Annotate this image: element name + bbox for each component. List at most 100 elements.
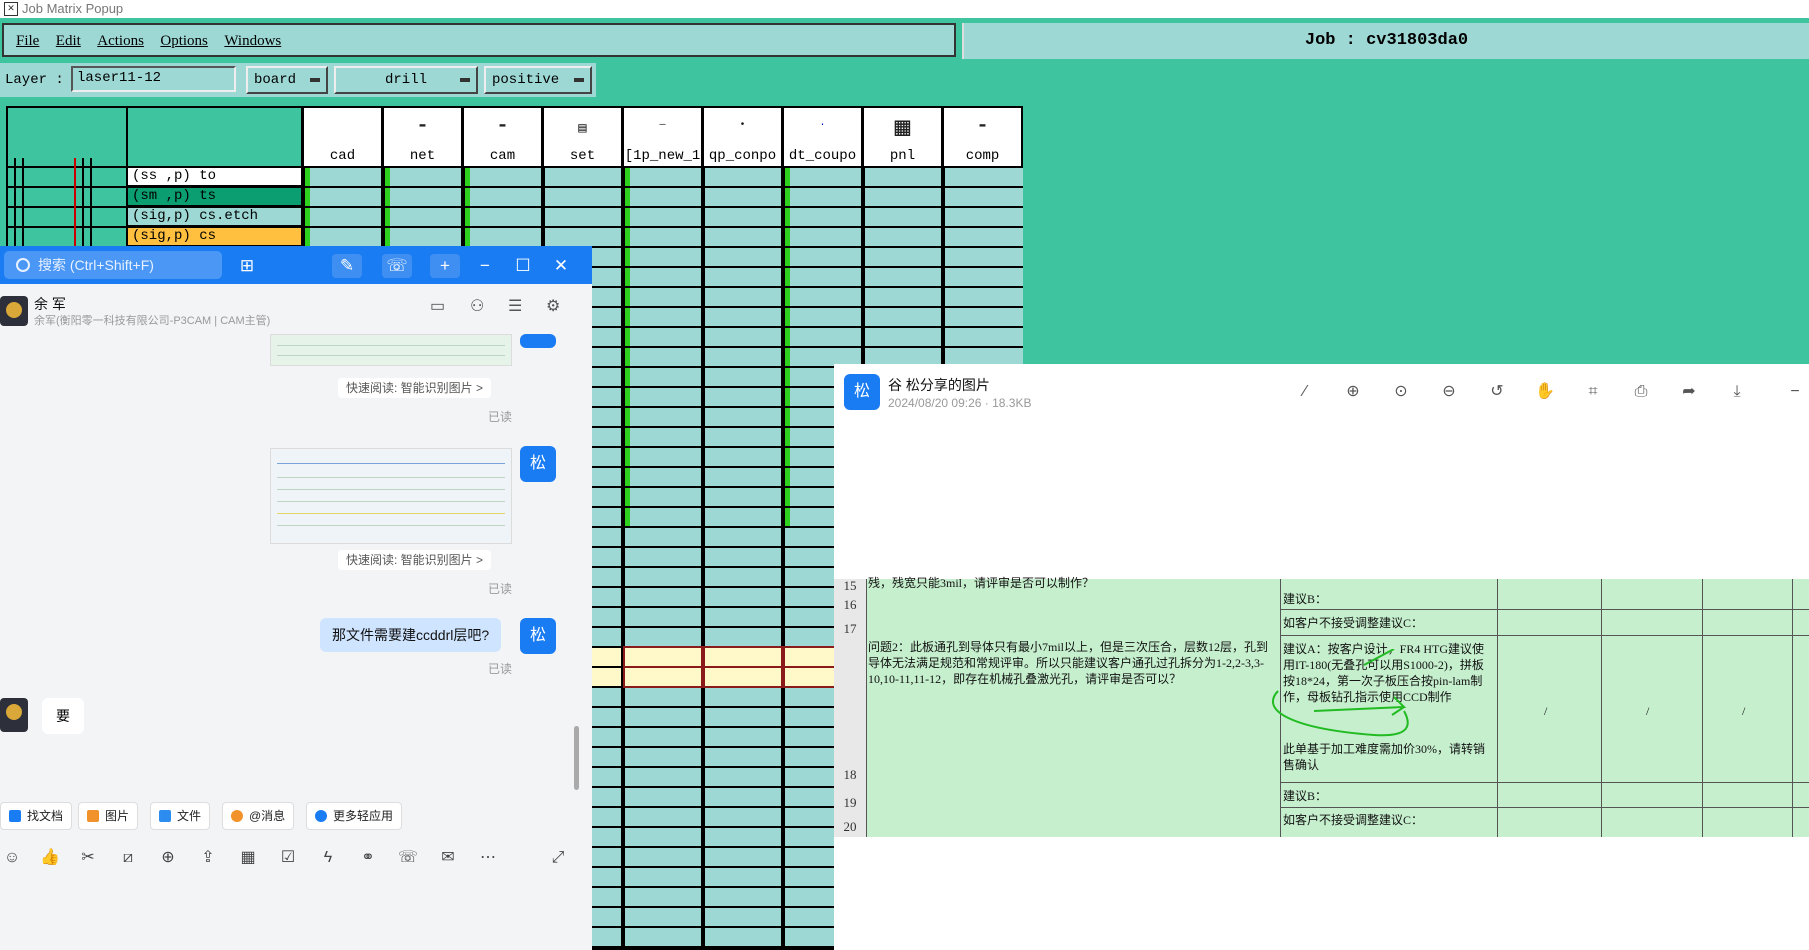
share-icon[interactable]: ➦ bbox=[1678, 381, 1700, 403]
matrix-cell[interactable] bbox=[625, 448, 701, 466]
matrix-cell[interactable] bbox=[305, 188, 381, 206]
ai-wand-icon[interactable]: ⁄ bbox=[1294, 381, 1316, 403]
matrix-cell[interactable] bbox=[625, 268, 701, 286]
matrix-cell[interactable] bbox=[625, 228, 701, 246]
matrix-cell[interactable] bbox=[385, 188, 461, 206]
matrix-cell[interactable] bbox=[865, 328, 941, 346]
matrix-cell[interactable] bbox=[625, 788, 701, 806]
layer-input[interactable]: laser11-12 bbox=[71, 66, 236, 92]
print-icon[interactable]: ⎙ bbox=[1630, 381, 1652, 403]
matrix-cell[interactable] bbox=[625, 608, 701, 626]
search-input[interactable]: 搜索 (Ctrl+Shift+F) bbox=[4, 251, 222, 279]
matrix-cell[interactable] bbox=[625, 288, 701, 306]
matrix-cell[interactable] bbox=[625, 888, 701, 906]
add-member-icon[interactable]: ⚇ bbox=[470, 296, 484, 316]
matrix-cell[interactable] bbox=[625, 628, 701, 646]
matrix-row-label[interactable]: (sig,p) cs.etch bbox=[128, 208, 301, 225]
matrix-cell[interactable] bbox=[465, 188, 541, 206]
matrix-cell[interactable] bbox=[945, 168, 1023, 186]
matrix-row-label[interactable]: (sm ,p) ts bbox=[128, 188, 301, 205]
matrix-cell[interactable] bbox=[385, 228, 461, 246]
minimize-icon[interactable]: − bbox=[470, 254, 500, 278]
matrix-cell[interactable] bbox=[705, 308, 781, 326]
matrix-cell[interactable] bbox=[705, 548, 781, 566]
matrix-row-label[interactable]: (sig,p) cs bbox=[128, 228, 301, 245]
search-history-icon[interactable]: ☰ bbox=[508, 296, 522, 316]
matrix-cell[interactable] bbox=[705, 528, 781, 546]
matrix-cell[interactable] bbox=[865, 188, 941, 206]
folder-icon[interactable]: ▭ bbox=[430, 296, 445, 316]
thumbs-up-icon[interactable]: 👍 bbox=[38, 846, 62, 870]
matrix-cell[interactable] bbox=[945, 228, 1023, 246]
matrix-cell[interactable] bbox=[545, 208, 621, 226]
upload-icon[interactable]: ⇪ bbox=[196, 846, 220, 870]
matrix-cell[interactable] bbox=[705, 208, 781, 226]
matrix-cell[interactable] bbox=[625, 928, 701, 946]
polarity-dropdown[interactable]: positive bbox=[484, 66, 592, 94]
matrix-cell[interactable] bbox=[625, 688, 701, 706]
matrix-cell[interactable] bbox=[705, 248, 781, 266]
matrix-cell[interactable] bbox=[625, 388, 701, 406]
matrix-cell[interactable] bbox=[705, 588, 781, 606]
matrix-cell[interactable] bbox=[785, 208, 861, 226]
matrix-cell[interactable] bbox=[705, 628, 781, 646]
matrix-cell[interactable] bbox=[705, 828, 781, 846]
task-icon[interactable]: ☑ bbox=[276, 846, 300, 870]
matrix-cell[interactable] bbox=[625, 188, 701, 206]
menu-edit[interactable]: Edit bbox=[56, 33, 81, 50]
matrix-cell[interactable] bbox=[305, 208, 381, 226]
find-docs-button[interactable]: 找文档 bbox=[0, 802, 73, 830]
matrix-cell[interactable] bbox=[865, 248, 941, 266]
matrix-cell[interactable] bbox=[625, 908, 701, 926]
image-button[interactable]: 图片 bbox=[78, 802, 139, 830]
mail-icon[interactable]: ✉ bbox=[436, 846, 460, 870]
matrix-cell[interactable] bbox=[945, 268, 1023, 286]
matrix-cell[interactable] bbox=[625, 808, 701, 826]
scrollbar[interactable] bbox=[574, 726, 579, 790]
close-icon[interactable]: ✕ bbox=[546, 254, 576, 278]
column-header-set[interactable]: ▤ set bbox=[544, 108, 621, 166]
matrix-cell[interactable] bbox=[705, 928, 781, 946]
matrix-cell[interactable] bbox=[705, 428, 781, 446]
zoom-in-icon[interactable]: ⊕ bbox=[1342, 381, 1364, 403]
matrix-cell[interactable] bbox=[865, 228, 941, 246]
matrix-cell[interactable] bbox=[785, 248, 861, 266]
matrix-cell[interactable] bbox=[625, 328, 701, 346]
contact-avatar[interactable] bbox=[0, 698, 28, 732]
matrix-cell[interactable] bbox=[703, 646, 783, 668]
matrix-cell[interactable] bbox=[703, 666, 783, 688]
matrix-cell[interactable] bbox=[625, 828, 701, 846]
column-header-pnl[interactable]: ▦ pnl bbox=[864, 108, 941, 166]
matrix-cell[interactable] bbox=[945, 248, 1023, 266]
matrix-cell[interactable] bbox=[625, 308, 701, 326]
matrix-cell[interactable] bbox=[385, 168, 461, 186]
matrix-cell[interactable] bbox=[785, 188, 861, 206]
matrix-cell[interactable] bbox=[625, 748, 701, 766]
matrix-cell[interactable] bbox=[705, 728, 781, 746]
matrix-cell[interactable] bbox=[625, 348, 701, 366]
matrix-cell[interactable] bbox=[945, 288, 1023, 306]
column-header-net[interactable]: ▬ net bbox=[384, 108, 461, 166]
menu-windows[interactable]: Windows bbox=[224, 33, 281, 50]
matrix-cell[interactable] bbox=[945, 308, 1023, 326]
matrix-cell[interactable] bbox=[705, 448, 781, 466]
matrix-cell[interactable] bbox=[865, 268, 941, 286]
matrix-cell[interactable] bbox=[705, 888, 781, 906]
matrix-cell[interactable] bbox=[705, 188, 781, 206]
matrix-cell[interactable] bbox=[625, 208, 701, 226]
matrix-cell[interactable] bbox=[705, 168, 781, 186]
matrix-cell[interactable] bbox=[625, 708, 701, 726]
rotate-icon[interactable]: ↺ bbox=[1486, 381, 1508, 403]
matrix-cell[interactable] bbox=[625, 168, 701, 186]
menu-actions[interactable]: Actions bbox=[97, 33, 144, 50]
matrix-cell[interactable] bbox=[705, 688, 781, 706]
matrix-cell[interactable] bbox=[625, 728, 701, 746]
matrix-cell[interactable] bbox=[625, 408, 701, 426]
matrix-cell[interactable] bbox=[705, 768, 781, 786]
quick-read-link[interactable]: 快速阅读: 智能识别图片 > bbox=[338, 378, 492, 398]
contact-avatar[interactable] bbox=[0, 296, 28, 326]
column-header-dt-coupo[interactable]: · dt_coupo bbox=[784, 108, 861, 166]
matrix-cell[interactable] bbox=[545, 188, 621, 206]
maximize-icon[interactable]: ☐ bbox=[508, 254, 538, 278]
matrix-cell[interactable] bbox=[865, 208, 941, 226]
